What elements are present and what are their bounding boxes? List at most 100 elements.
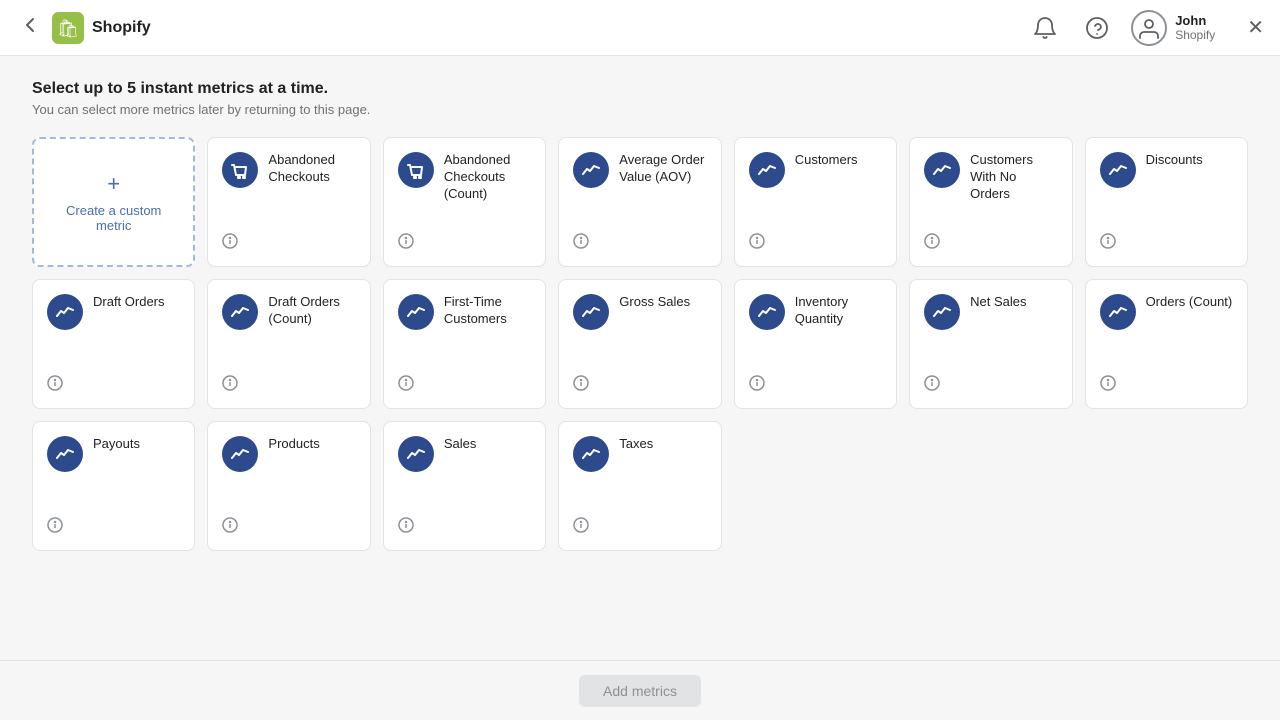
metric-info-inventory-quantity[interactable] [749,375,882,394]
metric-info-customers-no-orders[interactable] [924,233,1057,252]
metric-icon-taxes [573,436,609,472]
metric-card-customers-no-orders[interactable]: Customers With No Orders [909,137,1072,267]
metric-label-customers-no-orders: Customers With No Orders [970,152,1057,203]
metric-card-top: Net Sales [924,294,1057,330]
user-shop: Shopify [1175,28,1215,42]
metric-card-draft-orders-count[interactable]: Draft Orders (Count) [207,279,370,409]
footer: Add metrics [0,660,1280,720]
notifications-button[interactable] [1027,10,1063,46]
metric-label-customers: Customers [795,152,858,169]
metric-card-top: Draft Orders [47,294,180,330]
metric-card-first-time-customers[interactable]: First-Time Customers [383,279,546,409]
metric-icon-average-order-value [573,152,609,188]
metric-label-draft-orders: Draft Orders [93,294,165,311]
user-section[interactable]: John Shopify [1131,10,1215,46]
metric-label-abandoned-checkouts: Abandoned Checkouts [268,152,355,186]
metric-card-taxes[interactable]: Taxes [558,421,721,551]
metric-card-sales[interactable]: Sales [383,421,546,551]
metric-card-top: Abandoned Checkouts [222,152,355,188]
metric-card-gross-sales[interactable]: Gross Sales [558,279,721,409]
metric-icon-first-time-customers [398,294,434,330]
metric-card-top: Customers [749,152,882,188]
create-custom-metric-card[interactable]: + Create a custom metric [32,137,195,267]
metric-info-sales[interactable] [398,517,531,536]
main-content: Select up to 5 instant metrics at a time… [0,56,1280,720]
metric-card-abandoned-checkouts[interactable]: Abandoned Checkouts [207,137,370,267]
metric-icon-draft-orders [47,294,83,330]
metric-info-average-order-value[interactable] [573,233,706,252]
metric-label-abandoned-checkouts-count: Abandoned Checkouts (Count) [444,152,531,203]
metric-info-products[interactable] [222,517,355,536]
metric-card-top: Payouts [47,436,180,472]
help-button[interactable] [1079,10,1115,46]
metric-label-draft-orders-count: Draft Orders (Count) [268,294,355,328]
metric-icon-customers [749,152,785,188]
metric-info-abandoned-checkouts[interactable] [222,233,355,252]
metric-card-top: Orders (Count) [1100,294,1233,330]
metric-info-draft-orders[interactable] [47,375,180,394]
metric-label-inventory-quantity: Inventory Quantity [795,294,882,328]
metric-info-draft-orders-count[interactable] [222,375,355,394]
metric-label-orders-count: Orders (Count) [1146,294,1233,311]
metric-icon-net-sales [924,294,960,330]
metric-icon-abandoned-checkouts [222,152,258,188]
metrics-row-3: Payouts Products Sales [32,421,1248,551]
metric-icon-customers-no-orders [924,152,960,188]
metric-info-customers[interactable] [749,233,882,252]
metric-icon-abandoned-checkouts-count [398,152,434,188]
metric-card-payouts[interactable]: Payouts [32,421,195,551]
metric-card-top: Draft Orders (Count) [222,294,355,330]
close-button[interactable]: ✕ [1247,15,1264,40]
metric-label-sales: Sales [444,436,477,453]
metric-info-orders-count[interactable] [1100,375,1233,394]
metrics-row-2: Draft Orders Draft Orders (Count) [32,279,1248,409]
metric-card-average-order-value[interactable]: Average Order Value (AOV) [558,137,721,267]
metric-card-top: Taxes [573,436,706,472]
add-metrics-button[interactable]: Add metrics [579,675,701,707]
metric-label-gross-sales: Gross Sales [619,294,690,311]
metric-info-abandoned-checkouts-count[interactable] [398,233,531,252]
metric-label-payouts: Payouts [93,436,140,453]
user-name: John [1175,13,1215,28]
page-subtitle: You can select more metrics later by ret… [32,102,1248,117]
metric-card-net-sales[interactable]: Net Sales [909,279,1072,409]
metric-label-products: Products [268,436,319,453]
metric-info-gross-sales[interactable] [573,375,706,394]
metric-card-top: Gross Sales [573,294,706,330]
metric-card-draft-orders[interactable]: Draft Orders [32,279,195,409]
metric-icon-orders-count [1100,294,1136,330]
metric-card-inventory-quantity[interactable]: Inventory Quantity [734,279,897,409]
user-info: John Shopify [1175,13,1215,42]
metric-card-top: Products [222,436,355,472]
header-left: 🛍 Shopify [16,11,1027,44]
metric-info-discounts[interactable] [1100,233,1233,252]
metric-card-top: Average Order Value (AOV) [573,152,706,188]
metric-icon-products [222,436,258,472]
svg-text:🛍: 🛍 [57,18,79,38]
metric-info-first-time-customers[interactable] [398,375,531,394]
page-title: Select up to 5 instant metrics at a time… [32,80,1248,98]
metric-card-top: Customers With No Orders [924,152,1057,203]
metric-info-net-sales[interactable] [924,375,1057,394]
metric-card-orders-count[interactable]: Orders (Count) [1085,279,1248,409]
metric-label-first-time-customers: First-Time Customers [444,294,531,328]
back-button[interactable] [16,11,44,44]
metric-info-taxes[interactable] [573,517,706,536]
metric-label-average-order-value: Average Order Value (AOV) [619,152,706,186]
shopify-logo: 🛍 [52,12,84,44]
metric-card-top: First-Time Customers [398,294,531,330]
metric-card-discounts[interactable]: Discounts [1085,137,1248,267]
metric-card-top: Inventory Quantity [749,294,882,330]
metric-info-payouts[interactable] [47,517,180,536]
metric-icon-inventory-quantity [749,294,785,330]
metric-card-products[interactable]: Products [207,421,370,551]
create-plus-icon: + [107,171,120,197]
header-right: John Shopify ✕ [1027,10,1264,46]
metric-card-top: Sales [398,436,531,472]
app-title: Shopify [92,19,151,37]
metric-card-customers[interactable]: Customers [734,137,897,267]
metric-card-abandoned-checkouts-count[interactable]: Abandoned Checkouts (Count) [383,137,546,267]
metric-label-taxes: Taxes [619,436,653,453]
metric-icon-discounts [1100,152,1136,188]
create-metric-label: Create a custom metric [48,203,179,233]
